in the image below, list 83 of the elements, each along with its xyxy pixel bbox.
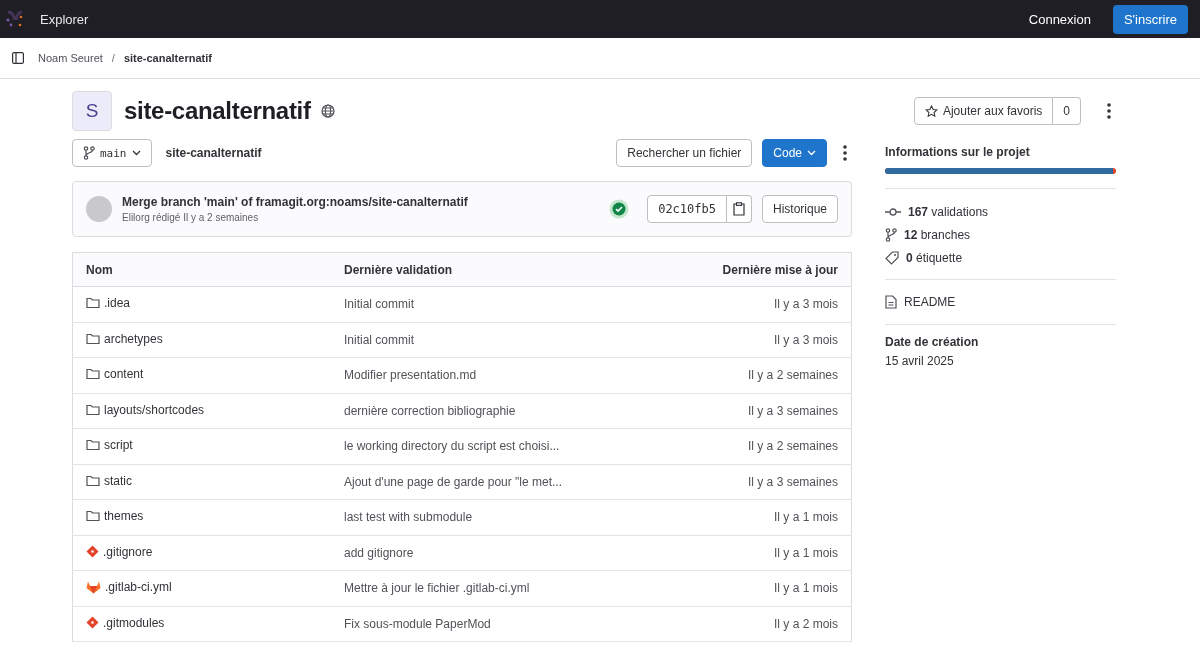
branch-dropdown[interactable]: main [72, 139, 152, 167]
folder-icon [86, 439, 100, 452]
column-header: Dernière validation [331, 252, 661, 287]
file-link[interactable]: .gitlab-ci.yml [86, 579, 172, 594]
commit-link[interactable]: Mettre à jour le fichier .gitlab-ci.yml [344, 581, 530, 596]
project-title: site-canalternatif [124, 97, 311, 125]
folder-icon [86, 332, 100, 345]
repository-path: site-canalternatif [165, 146, 262, 160]
file-link[interactable]: .gitignore [86, 544, 153, 559]
star-icon [924, 104, 938, 118]
file-link[interactable]: themes [86, 509, 144, 524]
sign-up-button[interactable]: S'inscrire [1112, 4, 1188, 34]
file-link[interactable]: .idea [86, 296, 131, 311]
updated-time: Il y a 2 semaines [747, 439, 838, 454]
stat-link[interactable]: 12 branches [904, 228, 971, 242]
clipboard-icon [732, 202, 745, 216]
column-header: Dernière mise à jour [660, 252, 852, 287]
git-file-icon [86, 616, 99, 629]
stat-link[interactable]: 167 validations [908, 205, 989, 219]
file-link[interactable]: layouts/shortcodes [86, 402, 205, 417]
commit-link[interactable]: Modifier presentation.md [344, 368, 477, 383]
commit-link[interactable]: dernière correction bibliographie [344, 403, 516, 418]
explore-link[interactable]: Explorer [40, 11, 89, 27]
commit-link[interactable]: Initial commit [344, 297, 414, 312]
branch-icon [83, 146, 95, 160]
code-dropdown[interactable]: Code [762, 139, 827, 167]
file-link[interactable]: .gitmodules [86, 615, 165, 630]
folder-icon [86, 368, 100, 381]
file-link[interactable]: content [86, 367, 144, 382]
document-icon [885, 295, 897, 309]
user-avatar [86, 196, 112, 222]
breadcrumb-separator: / [111, 52, 115, 64]
file-link[interactable]: static [86, 473, 132, 488]
more-actions-icon[interactable] [1107, 103, 1111, 119]
updated-time: Il y a 3 mois [773, 297, 838, 312]
column-header: Nom [72, 252, 331, 287]
project-avatar: S [72, 91, 112, 131]
history-button[interactable]: Historique [761, 195, 838, 223]
breadcrumb-link[interactable]: Noam Seuret [38, 52, 103, 64]
commit-link[interactable]: le working directory du script est choisi... [344, 439, 560, 454]
commit-sha[interactable]: 02c10fb5 [647, 195, 727, 223]
star-button[interactable]: Ajouter aux favoris [913, 97, 1054, 125]
created-date: 15 avril 2025 [885, 354, 955, 368]
copy-button[interactable] [726, 195, 752, 223]
commit-link[interactable]: Fix sous-module PaperMod [344, 616, 491, 631]
folder-icon [86, 297, 100, 310]
more-actions-icon[interactable] [843, 145, 847, 161]
star-count[interactable]: 0 [1053, 97, 1081, 125]
updated-time: Il y a 3 semaines [747, 403, 838, 418]
tag-icon [885, 251, 899, 265]
readme-link[interactable]: README [904, 295, 956, 309]
commit-title[interactable]: Merge branch 'main' of framagit.org:noams/site-canalternatif [122, 195, 602, 209]
commit-meta: Elilorg rédigé Il y a 2 semaines [122, 212, 260, 223]
folder-icon [86, 403, 100, 416]
pipeline-passed-icon[interactable] [609, 199, 630, 219]
branch-icon [885, 228, 897, 242]
folder-icon [86, 474, 100, 487]
updated-time: Il y a 2 semaines [747, 368, 838, 383]
updated-time: Il y a 3 mois [773, 332, 838, 347]
commit-link[interactable]: last test with submodule [344, 510, 473, 525]
file-link[interactable]: archetypes [86, 331, 163, 346]
commit-link[interactable]: Ajout d'une page de garde pour "le met... [344, 474, 563, 489]
folder-icon [86, 510, 100, 523]
sign-in-link[interactable]: Connexion [1020, 5, 1099, 33]
stat-link[interactable]: 0 étiquette [906, 251, 963, 265]
file-link[interactable]: script [86, 438, 133, 453]
updated-time: Il y a 2 mois [773, 616, 838, 631]
globe-icon [320, 104, 335, 118]
updated-time: Il y a 1 mois [773, 581, 838, 596]
commit-icon [885, 207, 901, 217]
sidebar-title: Informations sur le projet [885, 145, 1031, 159]
chevron-down-icon [807, 150, 816, 156]
chevron-down-icon [131, 150, 141, 156]
updated-time: Il y a 1 mois [773, 545, 838, 560]
find-file-button[interactable]: Rechercher un fichier [616, 139, 753, 167]
commit-link[interactable]: Initial commit [344, 332, 414, 347]
commit-link[interactable]: add gitignore [344, 545, 414, 560]
sidebar-toggle-icon[interactable] [12, 52, 24, 64]
updated-time: Il y a 3 semaines [747, 474, 838, 489]
created-label: Date de création [885, 335, 980, 349]
git-file-icon [86, 545, 99, 558]
updated-time: Il y a 1 mois [773, 510, 838, 525]
breadcrumb-link[interactable]: site-canalternatif [123, 52, 212, 64]
